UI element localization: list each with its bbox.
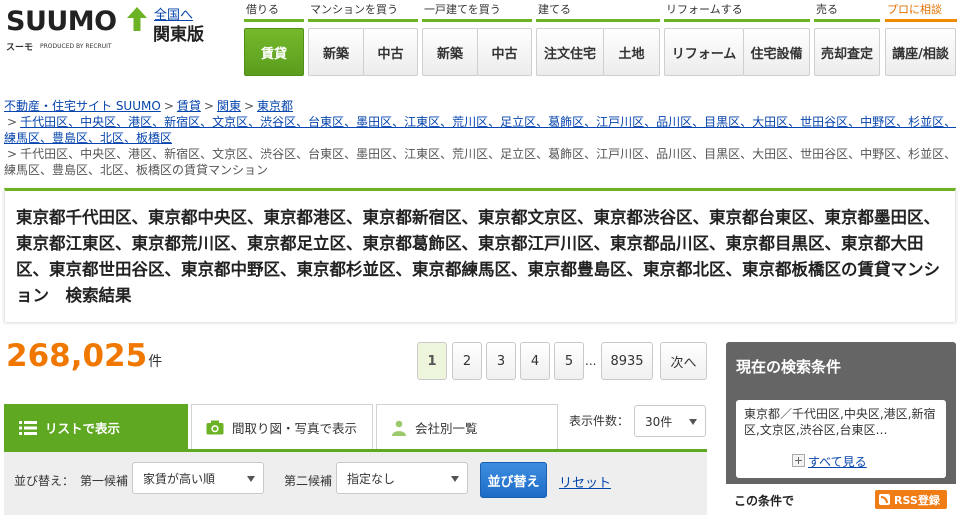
chevron-down-icon <box>451 476 459 482</box>
breadcrumb-wards-linked: > 千代田区、中央区、港区、新宿区、文京区、渋谷区、台東区、墨田区、江東区、荒川区… <box>4 114 956 130</box>
nav-button-new-house[interactable]: 新築 <box>422 28 478 76</box>
nav-category-buy-house: 一戸建てを買う <box>422 0 532 22</box>
sort-second-label: 第二候補 <box>284 474 333 488</box>
chevron-down-icon <box>247 476 255 482</box>
tab-floorplan-view-label: 間取り図・写真で表示 <box>232 421 358 436</box>
result-count-unit: 件 <box>148 354 163 370</box>
page-1-button[interactable]: 1 <box>417 342 447 380</box>
search-conditions-title: 現在の検索条件 <box>736 358 842 376</box>
nav-button-custom-home[interactable]: 注文住宅 <box>536 28 604 76</box>
breadcrumb-current-text: 練馬区、豊島区、北区、板橋区の賃貸マンション <box>4 163 269 177</box>
search-conditions-text: 東京都／千代田区,中央区,港区,新宿区,文京区,渋谷区,台東区… <box>744 407 936 437</box>
rss-register-button[interactable]: RSS登録 <box>875 490 947 509</box>
breadcrumb-link-suumo[interactable]: 不動産・住宅サイト SUUMO <box>4 99 161 113</box>
nav-button-consult[interactable]: 講座/相談 <box>885 28 956 76</box>
nav-category-buy-mansion: マンションを買う <box>308 0 418 22</box>
chevron-down-icon <box>689 419 697 425</box>
sort-label: 並び替え： <box>14 474 75 488</box>
result-count-number: 268,025 <box>6 338 148 374</box>
search-conditions-panel: 現在の検索条件 東京都／千代田区,中央区,港区,新宿区,文京区,渋谷区,台東区…… <box>726 342 956 515</box>
page-3-button[interactable]: 3 <box>486 342 516 380</box>
nav-category-reform: リフォームする <box>664 0 810 22</box>
page-2-button[interactable]: 2 <box>452 342 482 380</box>
nav-category-build: 建てる <box>536 0 660 22</box>
sort-reset-link[interactable]: リセット <box>559 472 611 491</box>
sort-apply-button[interactable]: 並び替え <box>480 462 547 498</box>
display-count-select[interactable]: 30件 <box>634 405 706 437</box>
person-icon <box>392 420 406 436</box>
nav-button-land[interactable]: 土地 <box>603 28 660 76</box>
result-count: 268,025件 <box>6 338 162 374</box>
breadcrumb-separator: > <box>7 115 18 129</box>
sort-bar: 並び替え： 第一候補 家賃が高い順 第二候補 指定なし 並び替え リセット <box>4 449 707 515</box>
plus-icon <box>792 454 805 467</box>
breadcrumb-row: 不動産・住宅サイト SUUMO > 賃貸 > 関東 > 東京都 <box>4 98 956 114</box>
breadcrumb-separator: > <box>7 147 18 161</box>
nav-button-new-mansion[interactable]: 新築 <box>308 28 364 76</box>
pager-ellipsis: ... <box>585 354 597 368</box>
site-header: SUUMO スーモ PRODUCED BY RECRUIT 全国へ 関東版 借り… <box>0 0 960 92</box>
logo-produced-by: PRODUCED BY RECRUIT <box>40 43 112 50</box>
sort-second-value: 指定なし <box>347 471 396 486</box>
page-title: 東京都千代田区、東京都中央区、東京都港区、東京都新宿区、東京都文京区、東京都渋谷… <box>16 208 940 305</box>
breadcrumb-wards-linked-cont: 練馬区、豊島区、北区、板橋区 <box>4 130 956 146</box>
tab-company-view-label: 会社別一覧 <box>415 421 478 436</box>
breadcrumb-separator: > <box>203 99 214 113</box>
search-conditions-box: 東京都／千代田区,中央区,港区,新宿区,文京区,渋谷区,台東区… すべて見る <box>736 400 946 478</box>
breadcrumb: 不動産・住宅サイト SUUMO > 賃貸 > 関東 > 東京都 > 千代田区、中央区、港区、新… <box>4 98 956 178</box>
breadcrumb-link-tokyo[interactable]: 東京都 <box>257 99 293 113</box>
breadcrumb-wards-link[interactable]: 千代田区、中央区、港区、新宿区、文京区、渋谷区、台東区、墨田区、江東区、荒川区、… <box>20 115 956 129</box>
tab-company-view[interactable]: 会社別一覧 <box>376 404 558 450</box>
search-conditions-footer: この条件で RSS登録 <box>726 484 956 515</box>
breadcrumb-link-rent[interactable]: 賃貸 <box>177 99 201 113</box>
region-name: 関東版 <box>153 25 204 45</box>
breadcrumb-current-text: 千代田区、中央区、港区、新宿区、文京区、渋谷区、台東区、墨田区、江東区、荒川区、… <box>20 147 956 161</box>
rss-icon <box>879 494 890 505</box>
tab-floorplan-view[interactable]: 間取り図・写真で表示 <box>191 404 373 450</box>
title-box: 東京都千代田区、東京都中央区、東京都港区、東京都新宿区、東京都文京区、東京都渋谷… <box>4 188 956 322</box>
logo-katakana: スーモ <box>6 43 34 53</box>
display-count-label: 表示件数： <box>569 414 630 428</box>
nav-category-rent: 借りる <box>244 0 304 22</box>
breadcrumb-separator: > <box>243 99 255 113</box>
nav-button-reform[interactable]: リフォーム <box>664 28 744 76</box>
nav-button-used-mansion[interactable]: 中古 <box>363 28 418 76</box>
suumo-logo[interactable]: SUUMO スーモ PRODUCED BY RECRUIT <box>4 2 149 57</box>
next-page-button[interactable]: 次へ <box>660 342 707 380</box>
tab-list-view[interactable]: リストで表示 <box>4 404 188 450</box>
breadcrumb-current-cont: 練馬区、豊島区、北区、板橋区の賃貸マンション <box>4 162 956 178</box>
nav-category-consult: プロに相談 <box>885 0 957 22</box>
page-last-button[interactable]: 8935 <box>601 342 653 380</box>
sort-second-select[interactable]: 指定なし <box>336 462 468 494</box>
page-5-button[interactable]: 5 <box>554 342 584 380</box>
breadcrumb-current: > 千代田区、中央区、港区、新宿区、文京区、渋谷区、台東区、墨田区、江東区、荒川区… <box>4 146 956 162</box>
page-4-button[interactable]: 4 <box>520 342 550 380</box>
breadcrumb-wards-link[interactable]: 練馬区、豊島区、北区、板橋区 <box>4 131 172 145</box>
logo-wordmark: SUUMO <box>6 6 117 37</box>
save-conditions-label: この条件で <box>734 494 795 508</box>
nav-button-used-house[interactable]: 中古 <box>477 28 532 76</box>
pagination: 1 2 3 4 5 ... 8935 次へ <box>417 342 707 380</box>
nav-button-sale-assessment[interactable]: 売却査定 <box>814 28 880 76</box>
sort-first-select[interactable]: 家賃が高い順 <box>132 462 264 494</box>
nav-button-rent[interactable]: 賃貸 <box>244 28 304 76</box>
tab-list-view-label: リストで表示 <box>45 421 121 436</box>
nav-category-sell: 売る <box>814 0 880 22</box>
list-icon <box>19 420 37 435</box>
sort-first-value: 家賃が高い順 <box>143 471 216 486</box>
see-all-conditions-link[interactable]: すべて見る <box>808 454 867 470</box>
nav-button-equipment[interactable]: 住宅設備 <box>743 28 810 76</box>
breadcrumb-link-kanto[interactable]: 関東 <box>217 99 241 113</box>
rss-register-label: RSS登録 <box>894 493 940 507</box>
camera-icon <box>206 420 224 435</box>
breadcrumb-separator: > <box>163 99 174 113</box>
logo-arrow-icon <box>127 7 147 31</box>
sort-first-label: 第一候補 <box>80 474 129 488</box>
display-count-value: 30件 <box>645 414 673 429</box>
